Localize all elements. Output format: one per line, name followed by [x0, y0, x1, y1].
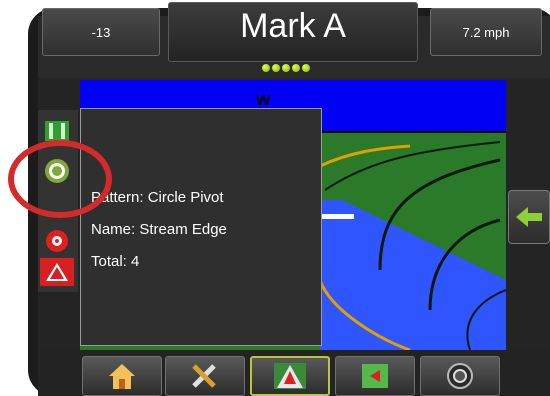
expand-panel-button[interactable] — [508, 190, 550, 244]
gps-signal-indicator — [262, 64, 310, 72]
signal-dot — [262, 64, 270, 72]
marker-icon — [46, 230, 68, 252]
warning-button[interactable] — [40, 258, 74, 286]
signal-dot — [292, 64, 300, 72]
marker-button[interactable] — [40, 228, 74, 254]
field-boundary-icon — [45, 121, 69, 141]
vehicle-view-button[interactable] — [250, 356, 330, 396]
tools-button[interactable] — [165, 356, 245, 396]
boom-marker — [320, 214, 354, 219]
signal-dot — [282, 64, 290, 72]
total-label: Total: 4 — [91, 253, 140, 270]
speaker-icon — [447, 363, 473, 389]
field-view-button[interactable] — [335, 356, 415, 396]
highlight-ring — [8, 140, 112, 218]
name-label: Name: Stream Edge — [91, 221, 227, 238]
cross-track-value: -13 — [91, 24, 111, 40]
pattern-info-popup: Pattern: Circle Pivot Name: Stream Edge … — [80, 108, 322, 346]
guidance-warning-icon — [46, 263, 68, 281]
home-button[interactable] — [82, 356, 162, 396]
pattern-label: Pattern: Circle Pivot — [91, 189, 224, 206]
field-view-icon — [362, 364, 388, 388]
page-title: Mark A — [240, 7, 346, 45]
home-icon — [109, 364, 135, 389]
cross-track-readout[interactable]: -13 — [42, 8, 160, 56]
compass-label: W — [256, 92, 271, 109]
speed-readout[interactable]: 7.2 mph — [430, 8, 542, 56]
signal-dot — [272, 64, 280, 72]
signal-dot — [302, 64, 310, 72]
vehicle-view-icon — [274, 363, 306, 389]
arrow-left-icon — [516, 207, 542, 227]
title-panel[interactable]: Mark A — [168, 2, 418, 62]
speaker-button[interactable] — [420, 356, 500, 396]
speed-value: 7.2 mph — [462, 24, 510, 40]
tools-icon — [192, 364, 216, 388]
